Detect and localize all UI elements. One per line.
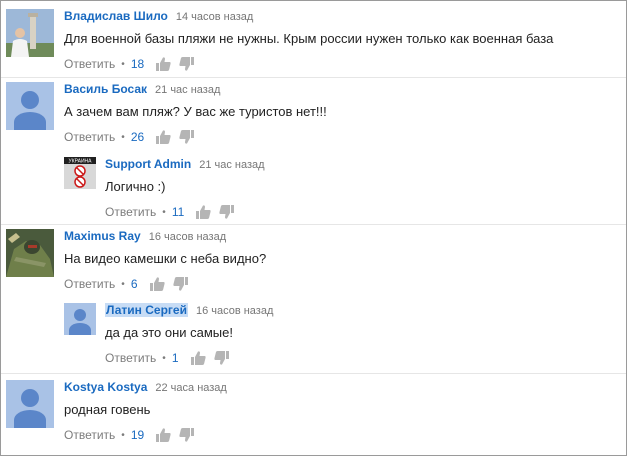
separator-dot: • xyxy=(121,429,125,441)
comment-divider xyxy=(1,224,626,225)
comment-text: родная говень xyxy=(64,402,151,417)
reply-button[interactable]: Ответить xyxy=(105,351,156,365)
like-count: 26 xyxy=(130,130,145,144)
reply-button[interactable]: Ответить xyxy=(64,428,115,442)
soldier-avatar xyxy=(6,229,54,277)
avatar[interactable]: УКРАИНА xyxy=(64,157,96,189)
author-name[interactable]: Support Admin xyxy=(105,157,191,171)
comment-time[interactable]: 22 часа назад xyxy=(155,382,226,394)
thumbs-up-icon[interactable] xyxy=(156,130,171,144)
comment-time[interactable]: 21 час назад xyxy=(199,159,264,171)
separator-dot: • xyxy=(162,206,166,218)
thumbs-up-icon[interactable] xyxy=(196,205,211,219)
reply-comment: Латин Сергей 16 часов назад да да это он… xyxy=(64,303,273,366)
avatar[interactable] xyxy=(6,9,54,57)
thumbs-down-icon[interactable] xyxy=(179,57,195,71)
comment-text: На видео камешки с неба видно? xyxy=(64,251,267,266)
comment-text: А зачем вам пляж? У вас же туристов нет!… xyxy=(64,104,327,119)
reply-button[interactable]: Ответить xyxy=(64,277,115,291)
like-count: 19 xyxy=(130,428,145,442)
like-count: 6 xyxy=(130,277,138,291)
separator-dot: • xyxy=(162,352,166,364)
thumbs-down-icon[interactable] xyxy=(179,130,195,144)
thumbs-up-icon[interactable] xyxy=(190,351,206,365)
comment-divider xyxy=(1,373,626,374)
like-count: 1 xyxy=(171,351,179,365)
separator-dot: • xyxy=(121,58,125,70)
default-user-icon xyxy=(64,303,96,335)
comment-text: Логично :) xyxy=(105,179,166,194)
reply-button[interactable]: Ответить xyxy=(64,57,115,71)
comment-divider xyxy=(1,77,626,78)
sign-label: УКРАИНА xyxy=(69,159,93,165)
comment: Василь Босак 21 час назад А зачем вам пл… xyxy=(6,82,327,145)
thumbs-down-icon[interactable] xyxy=(213,351,229,365)
default-user-icon xyxy=(6,82,54,130)
thumbs-down-icon[interactable] xyxy=(219,205,235,219)
separator-dot: • xyxy=(121,131,125,143)
default-user-icon xyxy=(6,380,54,428)
author-name[interactable]: Maximus Ray xyxy=(64,229,141,243)
comment: Владислав Шило 14 часов назад Для военно… xyxy=(6,9,553,72)
avatar-photo xyxy=(6,9,54,57)
reply-button[interactable]: Ответить xyxy=(64,130,115,144)
reply-button[interactable]: Ответить xyxy=(105,205,156,219)
author-name[interactable]: Латин Сергей xyxy=(105,303,188,317)
avatar[interactable] xyxy=(6,82,54,130)
comment-time[interactable]: 14 часов назад xyxy=(176,11,253,23)
comment: Kostya Kostya 22 часа назад родная говен… xyxy=(6,380,227,443)
like-count: 18 xyxy=(130,57,145,71)
ukraine-sign-avatar: УКРАИНА xyxy=(64,157,96,189)
avatar[interactable] xyxy=(6,229,54,277)
avatar[interactable] xyxy=(64,303,96,335)
author-name[interactable]: Kostya Kostya xyxy=(64,380,147,394)
thumbs-down-icon[interactable] xyxy=(179,428,195,442)
avatar[interactable] xyxy=(6,380,54,428)
thumbs-up-icon[interactable] xyxy=(156,428,171,442)
comment-time[interactable]: 16 часов назад xyxy=(149,231,226,243)
thumbs-up-icon[interactable] xyxy=(156,57,171,71)
comment-time[interactable]: 16 часов назад xyxy=(196,305,273,317)
separator-dot: • xyxy=(121,278,125,290)
reply-comment: УКРАИНА Support Admin 21 час назад Логич… xyxy=(64,157,265,220)
like-count: 11 xyxy=(171,205,185,219)
comment-text: да да это они самые! xyxy=(105,325,233,340)
author-name[interactable]: Василь Босак xyxy=(64,82,147,96)
comment-text: Для военной базы пляжи не нужны. Крым ро… xyxy=(64,31,554,46)
thumbs-down-icon[interactable] xyxy=(172,277,188,291)
author-name[interactable]: Владислав Шило xyxy=(64,9,168,23)
comment: Maximus Ray 16 часов назад На видео каме… xyxy=(6,229,266,292)
comment-time[interactable]: 21 час назад xyxy=(155,84,220,96)
thumbs-up-icon[interactable] xyxy=(149,277,165,291)
